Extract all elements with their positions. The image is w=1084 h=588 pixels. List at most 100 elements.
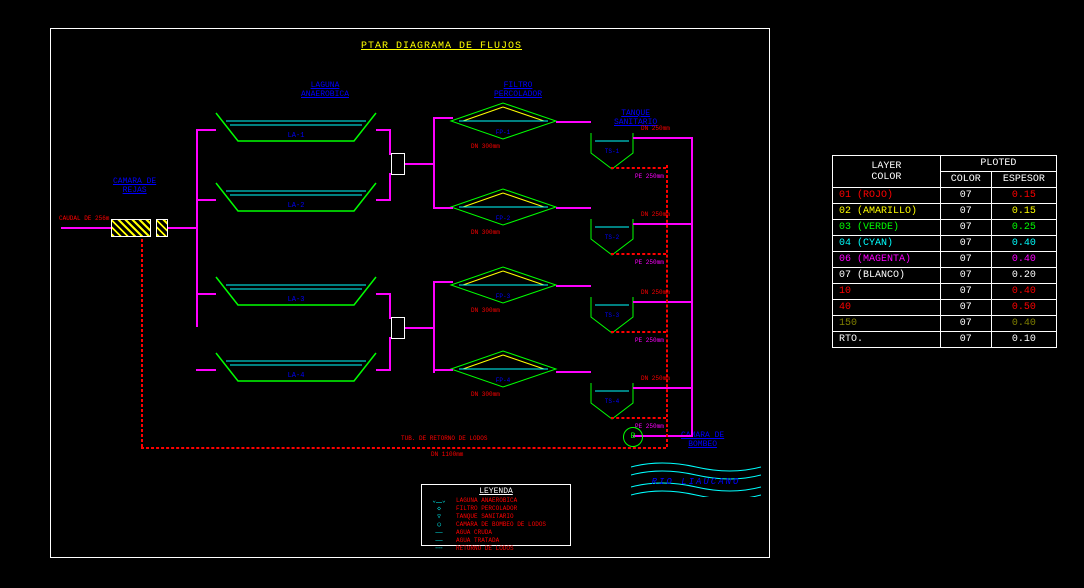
dn: DN 300mm (471, 307, 500, 314)
sludge-vert (666, 165, 668, 447)
svg-text:TS-4: TS-4 (605, 398, 620, 405)
dn: DN 300mm (471, 391, 500, 398)
text-dn1100: DN 1100mm (431, 451, 463, 458)
text-tub-retorno: TUB. DE RETORNO DE LODOS (401, 435, 487, 442)
p (389, 173, 391, 201)
filtro-3: FP-3 (451, 265, 556, 305)
table-row: RTO.070.10 (833, 332, 1057, 348)
tanque-2: TS-2 (591, 217, 633, 257)
sr (611, 417, 666, 419)
pipe (168, 227, 198, 229)
filtro-4: FP-4 (451, 349, 556, 389)
p (196, 369, 216, 371)
pe: PE 250mm (635, 259, 664, 266)
table-row: 01 (ROJO)070.15 (833, 188, 1057, 204)
legend-row: ◇FILTRO PERCOLADOR (426, 505, 566, 513)
th-espesor: ESPESOR (991, 172, 1056, 188)
drawing-title: PTAR DIAGRAMA DE FLUJOS (361, 41, 522, 52)
svg-text:LA-3: LA-3 (288, 296, 305, 304)
p (556, 371, 591, 373)
p (433, 207, 453, 209)
svg-text:TS-3: TS-3 (605, 312, 620, 319)
dn: DN 300mm (471, 143, 500, 150)
laguna-3: LA-3 (216, 273, 376, 309)
table-row: 10070.40 (833, 284, 1057, 300)
tanque-3: TS-3 (591, 295, 633, 335)
p (633, 301, 693, 303)
dn: DN 300mm (471, 229, 500, 236)
p (433, 117, 435, 209)
legend-row: ──AGUA CRUDA (426, 529, 566, 537)
collector (691, 137, 693, 437)
p (433, 281, 435, 373)
drawing-frame: PTAR DIAGRAMA DE FLUJOS CAMARA DEREJAS L… (50, 28, 770, 558)
p (405, 163, 435, 165)
svg-text:LA-1: LA-1 (288, 132, 305, 140)
text-caudal: CAUDAL DE 256m (59, 215, 109, 222)
p (433, 117, 453, 119)
table-row: 150070.40 (833, 316, 1057, 332)
p (196, 129, 216, 131)
tanque-1: TS-1 (591, 131, 633, 171)
svg-text:LA-4: LA-4 (288, 372, 305, 380)
p (556, 121, 591, 123)
laguna-2: LA-2 (216, 179, 376, 215)
legend-row: ╌╌RETORNO DE LODOS (426, 545, 566, 553)
sr (611, 167, 666, 169)
svg-text:RIO LIAUCANO: RIO LIAUCANO (652, 477, 741, 487)
laguna-1: LA-1 (216, 109, 376, 145)
dn: DN 250mm (641, 375, 670, 382)
p (389, 293, 391, 319)
p (389, 129, 391, 155)
label-laguna: LAGUNAANAEROBICA (301, 81, 349, 99)
p (633, 387, 693, 389)
sludge-return-up (141, 239, 143, 447)
svg-text:TS-2: TS-2 (605, 234, 620, 241)
camara-rejas-icon2 (156, 219, 168, 237)
dn: DN 250mm (641, 211, 670, 218)
bomba-icon: B (623, 427, 643, 447)
filtro-2: FP-2 (451, 187, 556, 227)
svg-text:FP-2: FP-2 (496, 215, 511, 222)
legend: LEYENDA ⌄⎽⌄LAGUNA ANAEROBICA◇FILTRO PERC… (421, 484, 571, 546)
dn: DN 250mm (641, 289, 670, 296)
p (433, 281, 453, 283)
layer-table: LAYERCOLOR PLOTED COLOR ESPESOR 01 (ROJO… (832, 155, 1057, 348)
p (556, 285, 591, 287)
sr (611, 331, 666, 333)
table-row: 03 (VERDE)070.25 (833, 220, 1057, 236)
table-row: 02 (AMARILLO)070.15 (833, 204, 1057, 220)
pipe-inlet (61, 227, 111, 229)
th-layer: LAYERCOLOR (833, 156, 941, 188)
svg-text:FP-3: FP-3 (496, 293, 511, 300)
table-row: 04 (CYAN)070.40 (833, 236, 1057, 252)
p (196, 293, 216, 295)
camara-rejas-icon (111, 219, 151, 237)
p (405, 327, 435, 329)
p (389, 337, 391, 371)
p (633, 137, 693, 139)
svg-text:LA-2: LA-2 (288, 202, 305, 210)
th-color: COLOR (940, 172, 991, 188)
dn: DN 250mm (641, 125, 670, 132)
legend-row: ──AGUA TRATADA (426, 537, 566, 545)
legend-title: LEYENDA (426, 487, 566, 496)
legend-row: ▽TANQUE SANITARIO (426, 513, 566, 521)
pe: PE 250mm (635, 173, 664, 180)
filtro-1: FP-1 (451, 101, 556, 141)
rio: RIO LIAUCANO (631, 457, 761, 500)
tanque-4: TS-4 (591, 381, 633, 421)
svg-text:FP-4: FP-4 (496, 377, 511, 384)
p (433, 369, 453, 371)
th-ploted: PLOTED (940, 156, 1056, 172)
p (556, 207, 591, 209)
svg-text:TS-1: TS-1 (605, 148, 620, 155)
junction-box (391, 317, 405, 339)
sr (611, 253, 666, 255)
pipe-vert (196, 129, 198, 327)
svg-text:FP-1: FP-1 (496, 129, 511, 136)
p (196, 199, 216, 201)
label-camara-bombeo: CAMARA DEBOMBEO (681, 431, 724, 449)
legend-row: ⌄⎽⌄LAGUNA ANAEROBICA (426, 497, 566, 505)
junction-box (391, 153, 405, 175)
